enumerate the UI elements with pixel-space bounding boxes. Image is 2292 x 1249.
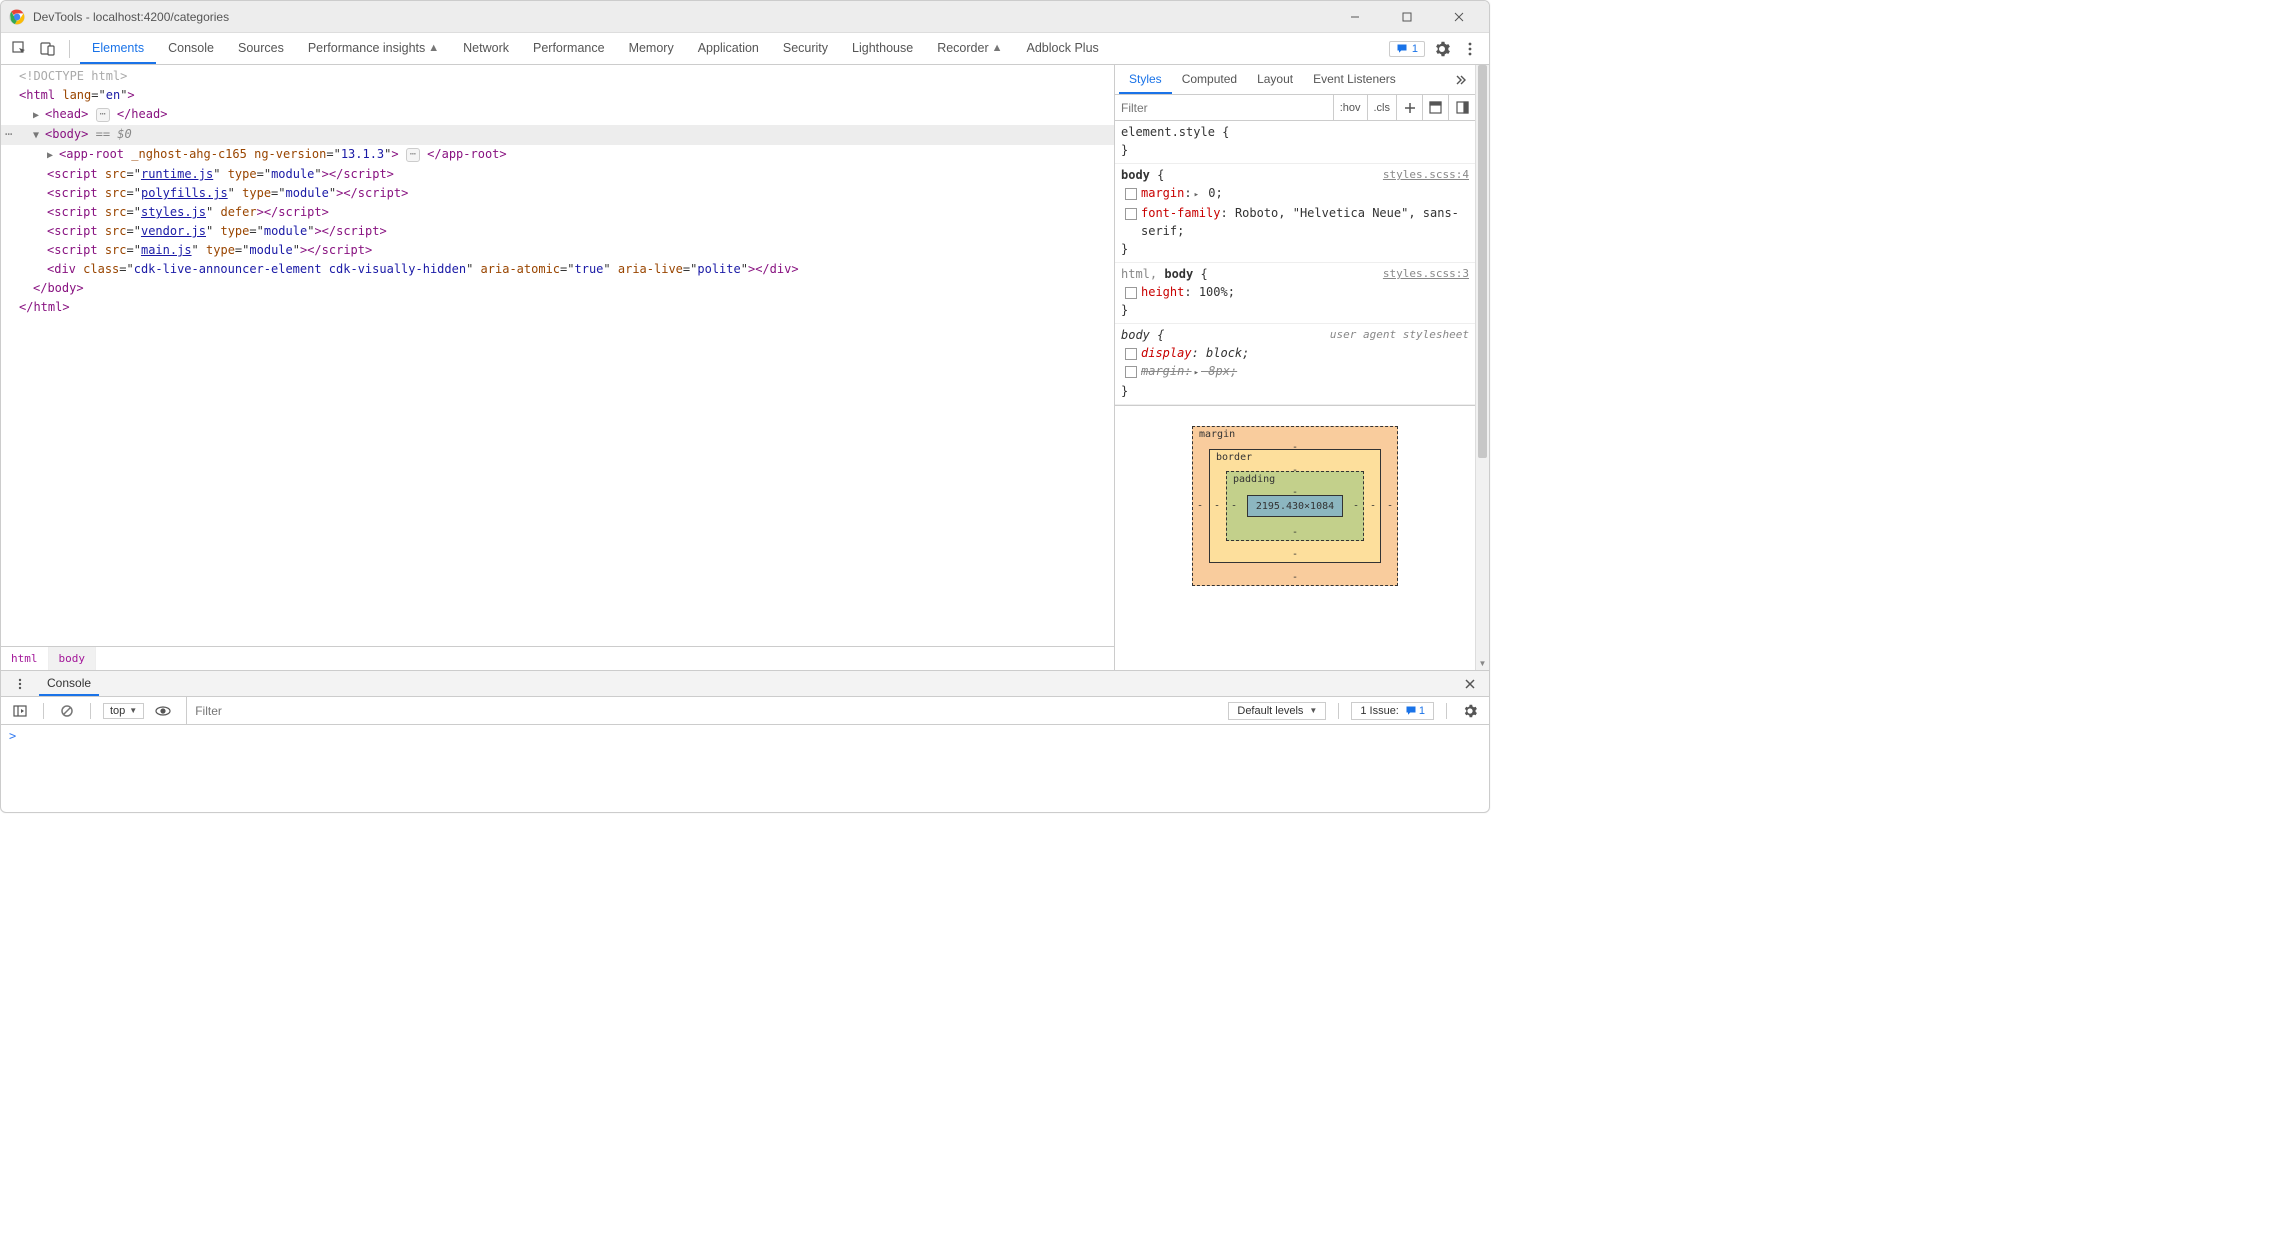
new-style-rule-icon[interactable] <box>1397 95 1423 120</box>
drawer-close-icon[interactable] <box>1459 673 1481 695</box>
tab-performance[interactable]: Performance <box>521 33 617 64</box>
dom-node-body-close[interactable]: </body> <box>1 279 1114 298</box>
scroll-thumb[interactable] <box>1478 65 1487 458</box>
tab-network[interactable]: Network <box>451 33 521 64</box>
console-toolbar: top▼ Default levels▼ 1 Issue: 1 <box>1 697 1489 725</box>
main-toolbar: Elements Console Sources Performance ins… <box>1 33 1489 65</box>
dom-node-head[interactable]: ▶<head> ⋯ </head> <box>1 105 1114 125</box>
tab-layout[interactable]: Layout <box>1247 65 1303 94</box>
live-expression-icon[interactable] <box>152 700 174 722</box>
tab-styles[interactable]: Styles <box>1119 65 1172 94</box>
dom-node-script-runtime[interactable]: <script src="runtime.js" type="module"><… <box>1 165 1114 184</box>
execution-context-select[interactable]: top▼ <box>103 703 144 719</box>
rule-element-style[interactable]: element.style { } <box>1115 121 1475 164</box>
hov-toggle[interactable]: :hov <box>1334 95 1368 120</box>
tab-security[interactable]: Security <box>771 33 840 64</box>
toggle-sidebar-icon[interactable] <box>1449 95 1475 120</box>
toggle-computed-icon[interactable] <box>1423 95 1449 120</box>
tab-performance-insights[interactable]: Performance insights▲ <box>296 33 451 64</box>
decl-font-family[interactable]: font-family: Roboto, "Helvetica Neue", s… <box>1121 204 1469 240</box>
tab-sources[interactable]: Sources <box>226 33 296 64</box>
dom-node-script-main[interactable]: <script src="main.js" type="module"></sc… <box>1 241 1114 260</box>
dom-tree[interactable]: <!DOCTYPE html> <html lang="en"> ▶<head>… <box>1 65 1114 646</box>
bm-border[interactable]: border - - - - padding - - - - <box>1209 449 1381 563</box>
elements-panel: <!DOCTYPE html> <html lang="en"> ▶<head>… <box>1 65 1115 670</box>
rule-origin-ua: user agent stylesheet <box>1330 326 1469 344</box>
pin-icon: ▲ <box>992 42 1003 54</box>
styles-panel: Styles Computed Layout Event Listeners :… <box>1115 65 1475 670</box>
rule-origin-link[interactable]: styles.scss:4 <box>1383 166 1469 184</box>
pin-icon: ▲ <box>428 42 439 54</box>
tab-console[interactable]: Console <box>156 33 226 64</box>
bm-padding[interactable]: padding - - - - 2195.430×1084 <box>1226 471 1364 541</box>
dom-node-html-close[interactable]: </html> <box>1 298 1114 317</box>
more-tabs-icon[interactable] <box>1449 69 1471 91</box>
dom-node-html[interactable]: <html lang="en"> <box>1 86 1114 105</box>
chrome-logo-icon <box>9 9 25 25</box>
vertical-scrollbar[interactable]: ▲ ▼ <box>1475 65 1489 670</box>
styles-toolbar: :hov .cls <box>1115 95 1475 121</box>
tab-recorder[interactable]: Recorder▲ <box>925 33 1014 64</box>
device-toolbar-icon[interactable] <box>37 38 59 60</box>
issues-chip[interactable]: 1 <box>1389 41 1425 57</box>
window-minimize-button[interactable] <box>1333 3 1377 31</box>
cls-toggle[interactable]: .cls <box>1368 95 1398 120</box>
rule-origin-link[interactable]: styles.scss:3 <box>1383 265 1469 283</box>
window-titlebar: DevTools - localhost:4200/categories <box>1 1 1489 33</box>
settings-icon[interactable] <box>1431 38 1453 60</box>
console-settings-icon[interactable] <box>1459 700 1481 722</box>
styles-filter-input[interactable] <box>1115 95 1334 120</box>
window-close-button[interactable] <box>1437 3 1481 31</box>
tab-elements[interactable]: Elements <box>80 33 156 64</box>
box-model: margin - - - - border - - - - padding <box>1115 406 1475 606</box>
decl-margin[interactable]: margin:▸ 0; <box>1121 184 1469 204</box>
bm-content[interactable]: 2195.430×1084 <box>1247 495 1343 517</box>
log-levels-select[interactable]: Default levels▼ <box>1228 702 1326 720</box>
clear-console-icon[interactable] <box>56 700 78 722</box>
dom-node-div-announcer[interactable]: <div class="cdk-live-announcer-element c… <box>1 260 1114 279</box>
rule-body-scss4[interactable]: styles.scss:4 body { margin:▸ 0; font-fa… <box>1115 164 1475 263</box>
console-filter-input[interactable] <box>186 697 1220 724</box>
tab-computed[interactable]: Computed <box>1172 65 1247 94</box>
tab-adblock-plus[interactable]: Adblock Plus <box>1015 33 1111 64</box>
main-tabs: Elements Console Sources Performance ins… <box>80 33 1111 64</box>
breadcrumb-body[interactable]: body <box>49 647 97 670</box>
tab-application[interactable]: Application <box>686 33 771 64</box>
console-output[interactable]: > <box>1 725 1489 812</box>
breadcrumb-html[interactable]: html <box>1 647 49 670</box>
breadcrumb: html body <box>1 646 1114 670</box>
more-menu-icon[interactable] <box>1459 38 1481 60</box>
window-title: DevTools - localhost:4200/categories <box>33 10 229 24</box>
tab-event-listeners[interactable]: Event Listeners <box>1303 65 1406 94</box>
decl-margin-overridden[interactable]: margin:▸ 8px; <box>1121 362 1469 382</box>
rule-body-ua[interactable]: user agent stylesheet body { display: bl… <box>1115 324 1475 405</box>
console-prompt-icon: > <box>9 729 16 743</box>
dom-node-script-polyfills[interactable]: <script src="polyfills.js" type="module"… <box>1 184 1114 203</box>
scroll-down-icon[interactable]: ▼ <box>1476 656 1489 670</box>
drawer-tab-console[interactable]: Console <box>39 671 99 696</box>
window-maximize-button[interactable] <box>1385 3 1429 31</box>
tab-lighthouse[interactable]: Lighthouse <box>840 33 925 64</box>
rule-html-body-scss3[interactable]: styles.scss:3 html, body { height: 100%;… <box>1115 263 1475 324</box>
dom-node-script-vendor[interactable]: <script src="vendor.js" type="module"></… <box>1 222 1114 241</box>
inspect-element-icon[interactable] <box>9 38 31 60</box>
decl-display[interactable]: display: block; <box>1121 344 1469 362</box>
drawer-more-icon[interactable] <box>9 673 31 695</box>
styles-tabs: Styles Computed Layout Event Listeners <box>1115 65 1475 95</box>
tab-memory[interactable]: Memory <box>617 33 686 64</box>
issues-counter[interactable]: 1 Issue: 1 <box>1351 702 1434 720</box>
decl-height[interactable]: height: 100%; <box>1121 283 1469 301</box>
console-drawer: Console top▼ Default levels▼ <box>1 670 1489 812</box>
devtools-window: DevTools - localhost:4200/categories Ele… <box>0 0 1490 813</box>
style-rules[interactable]: element.style { } styles.scss:4 body { m… <box>1115 121 1475 406</box>
bm-margin[interactable]: margin - - - - border - - - - padding <box>1192 426 1398 586</box>
content-area: <!DOCTYPE html> <html lang="en"> ▶<head>… <box>1 65 1489 670</box>
dom-node-app-root[interactable]: ▶<app-root _nghost-ahg-c165 ng-version="… <box>1 145 1114 165</box>
dom-node-body[interactable]: ▼<body> == $0 <box>1 125 1114 145</box>
drawer-header: Console <box>1 671 1489 697</box>
dom-node-doctype[interactable]: <!DOCTYPE html> <box>1 67 1114 86</box>
console-sidebar-toggle-icon[interactable] <box>9 700 31 722</box>
dom-node-script-styles[interactable]: <script src="styles.js" defer></script> <box>1 203 1114 222</box>
